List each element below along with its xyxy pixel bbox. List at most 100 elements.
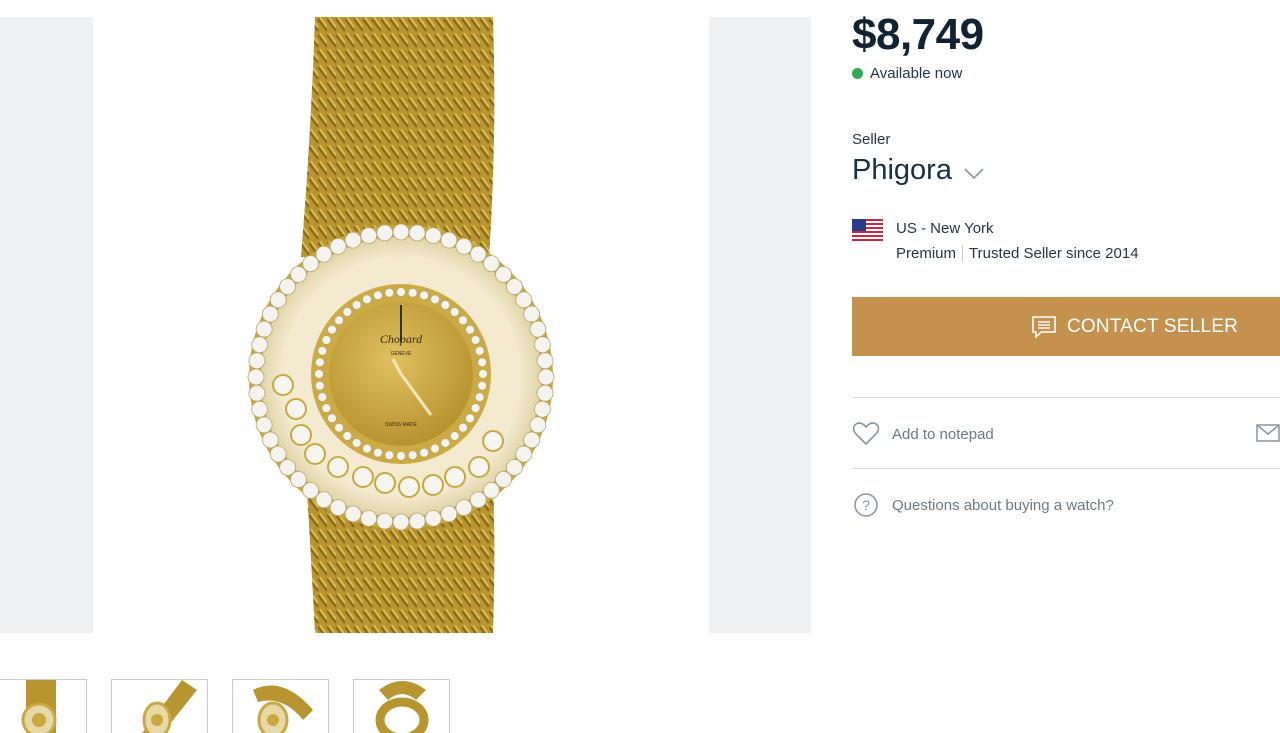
- floating-diamond: [285, 398, 307, 420]
- diamond: [407, 450, 418, 461]
- diamond: [449, 307, 460, 317]
- diamond: [321, 403, 332, 413]
- diamond: [458, 315, 468, 326]
- badge-divider: [962, 245, 964, 262]
- diamond: [327, 324, 337, 335]
- diamond: [529, 320, 547, 338]
- diamond: [334, 422, 344, 433]
- diamond: [334, 315, 344, 326]
- availability-label: Available now: [870, 65, 963, 82]
- mail-icon[interactable]: [1256, 424, 1280, 442]
- diamond: [317, 345, 328, 356]
- diamond: [372, 447, 383, 458]
- floating-diamond: [422, 474, 444, 496]
- floating-diamond: [290, 424, 312, 446]
- seller-trust: Trusted Seller since 2014: [969, 245, 1139, 262]
- thumbnail-3[interactable]: [232, 679, 329, 733]
- diamond: [424, 509, 442, 527]
- main-product-image[interactable]: Chopard GENEVE SWISS MADE: [93, 17, 709, 633]
- floating-diamond: [482, 430, 504, 452]
- diamond: [251, 336, 269, 354]
- diamond: [315, 245, 333, 263]
- diamond: [408, 224, 426, 242]
- diamond: [342, 307, 353, 317]
- gallery-next-image[interactable]: [709, 17, 811, 633]
- seller-name-toggle[interactable]: Phigora: [852, 154, 984, 187]
- diamond: [360, 227, 378, 245]
- diamond: [315, 491, 333, 509]
- diamond: [396, 287, 406, 297]
- diamond: [523, 431, 541, 449]
- diamond: [372, 290, 383, 301]
- diamond: [537, 368, 555, 386]
- diamond: [302, 255, 319, 273]
- diamond: [362, 443, 372, 454]
- diamond: [247, 368, 265, 386]
- contact-seller-label[interactable]: CONTACT SELLER: [1067, 316, 1238, 338]
- diamond: [465, 324, 475, 335]
- diamond: [351, 300, 362, 310]
- diamond: [342, 431, 353, 441]
- divider: [852, 468, 1280, 469]
- diamond: [536, 384, 554, 402]
- buying-questions-label[interactable]: Questions about buying a watch?: [892, 497, 1114, 514]
- diamond: [440, 438, 451, 448]
- diamond: [251, 400, 269, 418]
- diamond: [408, 512, 426, 530]
- thumbnail-4[interactable]: [353, 679, 450, 733]
- diamond: [279, 459, 297, 476]
- diamond: [469, 245, 487, 263]
- svg-text:?: ?: [862, 497, 870, 513]
- add-to-notepad-label[interactable]: Add to notepad: [892, 426, 994, 443]
- buying-questions-link[interactable]: ? Questions about buying a watch?: [852, 492, 1114, 518]
- seller-name[interactable]: Phigora: [852, 154, 952, 187]
- diamond: [533, 336, 551, 354]
- diamond: [392, 223, 410, 241]
- diamond: [376, 224, 394, 242]
- diamond: [344, 505, 362, 523]
- diamond: [314, 357, 325, 368]
- diamond: [419, 447, 430, 458]
- thumbnail-1[interactable]: [0, 679, 87, 733]
- diamond: [430, 294, 440, 305]
- thumbnail-2[interactable]: [111, 679, 208, 733]
- diamond: [384, 450, 395, 461]
- diamond: [533, 400, 551, 418]
- floating-diamond: [468, 456, 490, 478]
- floating-diamond: [327, 456, 349, 478]
- floating-diamond: [398, 476, 420, 498]
- chevron-down-icon[interactable]: [964, 167, 984, 180]
- diamond: [248, 384, 266, 402]
- diamond: [483, 481, 500, 499]
- contact-seller-button[interactable]: CONTACT SELLER: [852, 297, 1280, 356]
- diamond: [255, 416, 273, 434]
- diamond: [515, 445, 533, 463]
- diamond: [449, 431, 460, 441]
- diamond: [329, 237, 347, 255]
- diamond: [344, 231, 362, 249]
- diamond: [455, 237, 473, 255]
- diamond: [314, 380, 325, 391]
- question-icon: ?: [854, 493, 878, 517]
- diamond: [321, 335, 332, 345]
- gallery-prev-image[interactable]: [0, 17, 93, 633]
- heart-icon: [852, 422, 880, 446]
- diamond: [505, 278, 523, 295]
- diamond: [329, 499, 347, 517]
- diamond: [314, 369, 324, 379]
- diamond: [455, 499, 473, 517]
- diamond: [261, 431, 279, 449]
- divider: [852, 397, 1280, 398]
- diamond: [396, 451, 406, 461]
- diamond: [419, 290, 430, 301]
- floating-diamond: [304, 443, 326, 465]
- seller-location: US - New York: [896, 220, 994, 237]
- add-to-notepad-link[interactable]: Add to notepad: [852, 421, 994, 447]
- diamond: [360, 509, 378, 527]
- us-flag-icon: [852, 219, 883, 241]
- diamond: [255, 320, 273, 338]
- floating-diamond: [352, 466, 374, 488]
- diamond: [351, 438, 362, 448]
- diamond: [269, 445, 287, 463]
- chat-icon: [1032, 315, 1056, 339]
